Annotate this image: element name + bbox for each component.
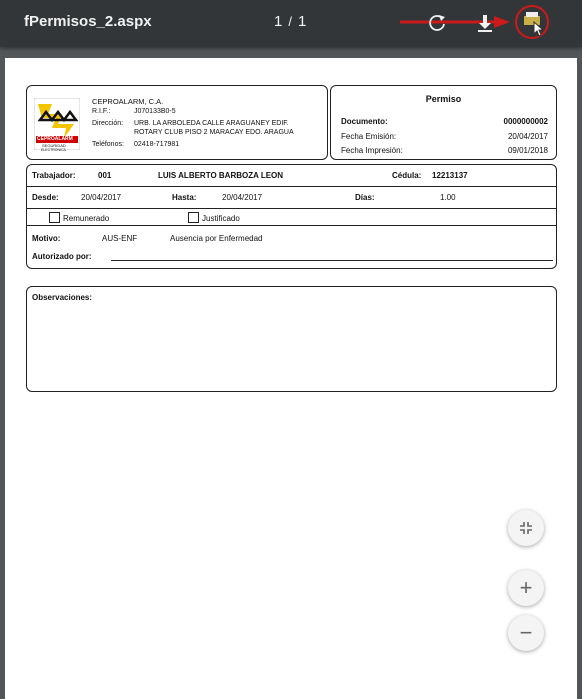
zoom-out-button[interactable]: −: [508, 615, 544, 651]
details-divider-2: [27, 208, 556, 209]
company-name: CEPROALARM, C.A.: [92, 97, 164, 106]
justified-checkbox[interactable]: [188, 212, 199, 223]
company-box: CEPROALARM SEGURIDAD ELECTRONICA CEPROAL…: [26, 85, 328, 160]
justified-label: Justificado: [202, 214, 240, 223]
phone-value: 02418-717981: [134, 141, 180, 148]
to-label: Hasta:: [172, 193, 197, 202]
details-box: Trabajador: 001 LUIS ALBERTO BARBOZA LEO…: [26, 164, 557, 269]
address-line-2: ROTARY CLUB PISO 2 MARACAY EDO. ARAGUA: [134, 129, 294, 136]
authorized-label: Autorizado por:: [32, 252, 92, 261]
authorized-signature-line: [111, 260, 553, 261]
total-pages: 1: [297, 13, 307, 30]
id-value: 12213137: [432, 171, 468, 180]
address-label: Dirección:: [92, 120, 124, 127]
document-title: fPermisos_2.aspx: [24, 13, 152, 30]
document-value: 0000000002: [503, 117, 549, 126]
details-divider-3: [27, 225, 556, 226]
reason-label: Motivo:: [32, 234, 61, 243]
days-label: Días:: [355, 193, 375, 202]
zoom-in-icon: +: [519, 575, 533, 600]
logo-subtext-2: ELECTRONICA: [41, 148, 66, 152]
document-label: Documento:: [341, 117, 388, 126]
observations-box: Observaciones:: [26, 286, 557, 392]
fit-page-button[interactable]: [508, 510, 544, 546]
from-value: 20/04/2017: [81, 193, 122, 202]
address-line-1: URB. LA ARBOLEDA CALLE ARAGUANEY EDIF.: [134, 120, 289, 127]
rotate-icon[interactable]: [426, 12, 448, 34]
to-value: 20/04/2017: [222, 193, 263, 202]
phone-label: Teléfonos:: [92, 141, 124, 148]
issue-date-value: 20/04/2017: [507, 132, 548, 141]
from-label: Desde:: [32, 193, 59, 202]
fit-page-icon: [520, 522, 532, 534]
zoom-in-button[interactable]: +: [508, 570, 544, 606]
id-label: Cédula:: [392, 171, 422, 180]
worker-code: 001: [98, 171, 112, 180]
print-date-label: Fecha Impresión:: [341, 146, 403, 155]
days-value: 1.00: [440, 193, 456, 202]
reason-code: AUS-ENF: [102, 234, 138, 243]
rif-value: J070133B0-5: [134, 108, 176, 115]
rif-label: R.I.F.:: [92, 108, 111, 115]
page-indicator: 1 / 1: [274, 13, 306, 30]
observations-label: Observaciones:: [32, 293, 93, 302]
download-icon[interactable]: [474, 12, 496, 34]
issue-date-label: Fecha Emisión:: [341, 132, 397, 141]
print-date-value: 09/01/2018: [507, 146, 548, 155]
logo-text: CEPROALARM: [37, 136, 73, 142]
permit-heading: Permiso: [425, 94, 462, 104]
page-separator: /: [288, 14, 292, 29]
paid-label: Remunerado: [63, 214, 110, 223]
worker-name: LUIS ALBERTO BARBOZA LEON: [158, 171, 284, 180]
permit-box: Permiso Documento: 0000000002 Fecha Emis…: [330, 85, 557, 160]
paid-checkbox[interactable]: [49, 212, 60, 223]
pdf-page: CEPROALARM SEGURIDAD ELECTRONICA CEPROAL…: [5, 58, 577, 699]
details-divider-1: [27, 186, 556, 187]
print-icon[interactable]: [512, 4, 552, 44]
zoom-out-icon: −: [519, 620, 533, 645]
viewer-toolbar: fPermisos_2.aspx 1 / 1: [0, 0, 582, 47]
current-page[interactable]: 1: [274, 13, 282, 30]
reason-description: Ausencia por Enfermedad: [170, 234, 263, 243]
worker-label: Trabajador:: [32, 171, 76, 180]
